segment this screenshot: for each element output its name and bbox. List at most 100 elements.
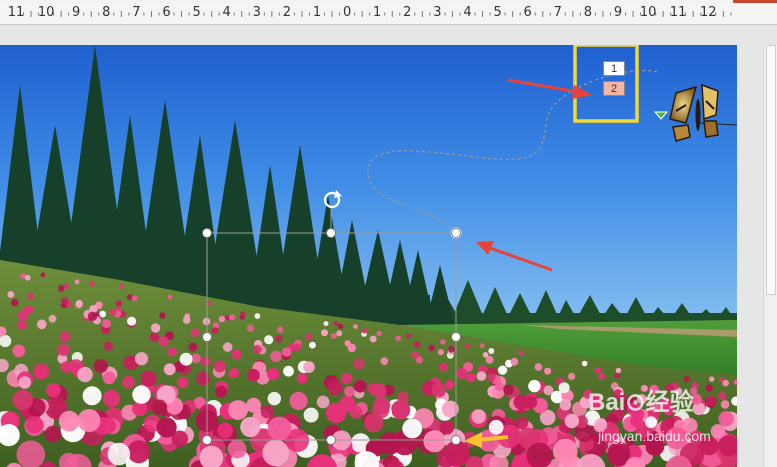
- peony-flower: [102, 319, 111, 328]
- horizontal-ruler[interactable]: 11 10 9 8 7 6 5 4 3 2 1 0 1 2 3 4 5 6 7 8 9 10 11 12: [0, 4, 777, 25]
- peony-flower: [488, 419, 504, 435]
- peony-flower: [614, 372, 621, 379]
- peony-flower: [364, 412, 384, 433]
- peony-flower: [270, 350, 282, 363]
- peony-flower: [645, 416, 657, 429]
- peony-flower: [10, 298, 19, 307]
- peony-flower: [293, 343, 301, 351]
- peony-flower: [177, 377, 189, 389]
- peony-flower: [615, 367, 622, 374]
- peony-flower: [58, 284, 65, 291]
- peony-flower: [353, 379, 367, 393]
- resize-handle-top[interactable]: [326, 228, 336, 238]
- peony-flower: [722, 379, 729, 387]
- peony-flower: [140, 370, 157, 387]
- peony-flower: [510, 357, 519, 366]
- peony-flower: [503, 384, 514, 396]
- peony-flower: [206, 300, 212, 306]
- vertical-scrollbar[interactable]: [763, 45, 777, 467]
- peony-flower: [246, 324, 255, 332]
- peony-flower: [151, 399, 168, 416]
- peony-flower: [77, 366, 93, 383]
- ruler-label: 6: [162, 5, 171, 20]
- peony-flower: [543, 385, 554, 396]
- resize-handle-bottom-left[interactable]: [202, 435, 212, 445]
- peony-flower: [150, 323, 161, 333]
- peony-flower: [353, 324, 358, 329]
- peony-flower: [48, 314, 57, 323]
- ruler-label: 9: [72, 5, 81, 20]
- peony-flower: [267, 391, 281, 406]
- peony-flower: [25, 416, 44, 434]
- peony-flower: [391, 400, 411, 420]
- peony-flower: [283, 365, 294, 377]
- ruler-label: 7: [553, 5, 562, 20]
- peony-flower: [60, 296, 69, 305]
- peony-flower: [376, 330, 382, 337]
- peony-flower: [559, 399, 572, 411]
- peony-flower: [333, 321, 339, 326]
- peony-flower: [411, 351, 419, 359]
- peony-flower: [63, 283, 70, 290]
- resize-handle-top-left[interactable]: [202, 228, 212, 238]
- peony-flower: [218, 315, 226, 323]
- peony-flower: [26, 292, 35, 300]
- resize-handle-bottom-right[interactable]: [451, 435, 461, 445]
- peony-flower: [438, 362, 448, 372]
- peony-flower: [275, 335, 283, 343]
- ruler-label: 11: [7, 5, 25, 20]
- peony-flower: [720, 400, 730, 409]
- peony-flower: [431, 382, 447, 398]
- peony-flower: [37, 319, 47, 330]
- peony-flower: [558, 382, 570, 394]
- peony-flower: [191, 353, 201, 364]
- peony-flower: [340, 372, 353, 385]
- peony-flower: [448, 346, 455, 353]
- animation-tag-2[interactable]: 2: [603, 81, 625, 96]
- peony-flower: [77, 409, 101, 432]
- peony-flower: [74, 279, 80, 285]
- resize-handle-bottom[interactable]: [326, 435, 336, 445]
- peony-flower: [127, 440, 151, 464]
- peony-flower: [75, 299, 83, 307]
- peony-flower: [564, 413, 579, 429]
- peony-flower: [476, 371, 487, 381]
- peony-flower: [182, 316, 191, 324]
- peony-flower: [24, 305, 34, 315]
- peony-flower: [380, 357, 389, 366]
- peony-flower: [402, 418, 423, 439]
- peony-flower: [296, 372, 308, 384]
- peony-flower: [217, 422, 234, 439]
- peony-flower: [349, 405, 363, 419]
- peony-flower: [228, 368, 239, 379]
- peony-flower: [479, 343, 485, 349]
- peony-flower: [196, 371, 210, 386]
- ruler-label: 4: [222, 5, 231, 20]
- resize-handle-right[interactable]: [451, 332, 461, 342]
- peony-flower: [305, 333, 313, 341]
- peony-flower: [327, 380, 343, 396]
- peony-flower: [12, 344, 26, 358]
- peony-flower: [513, 394, 529, 410]
- peony-flower: [229, 314, 236, 321]
- animation-tag-1[interactable]: 1: [603, 61, 625, 76]
- peony-flower: [188, 342, 198, 352]
- slide-canvas[interactable]: 1 2 Bai⊙经验 jingyan.baidu.com: [0, 45, 737, 467]
- ruler-label: 12: [700, 5, 717, 20]
- ruler-ticks: [23, 11, 732, 17]
- peony-flower: [34, 367, 47, 380]
- peony-flower: [705, 384, 713, 392]
- ruler-label: 6: [523, 5, 532, 20]
- peony-flower: [227, 439, 247, 459]
- resize-handle-top-right[interactable]: [451, 228, 461, 238]
- peony-flower: [396, 391, 409, 404]
- peony-flower: [87, 311, 98, 321]
- peony-flower: [368, 382, 382, 396]
- peony-flower: [488, 348, 495, 354]
- peony-flower: [246, 397, 262, 413]
- peony-flower: [60, 361, 72, 373]
- scrollbar-thumb[interactable]: [766, 45, 776, 295]
- resize-handle-left[interactable]: [202, 332, 212, 342]
- peony-flower: [159, 312, 166, 319]
- peony-flower: [309, 341, 316, 349]
